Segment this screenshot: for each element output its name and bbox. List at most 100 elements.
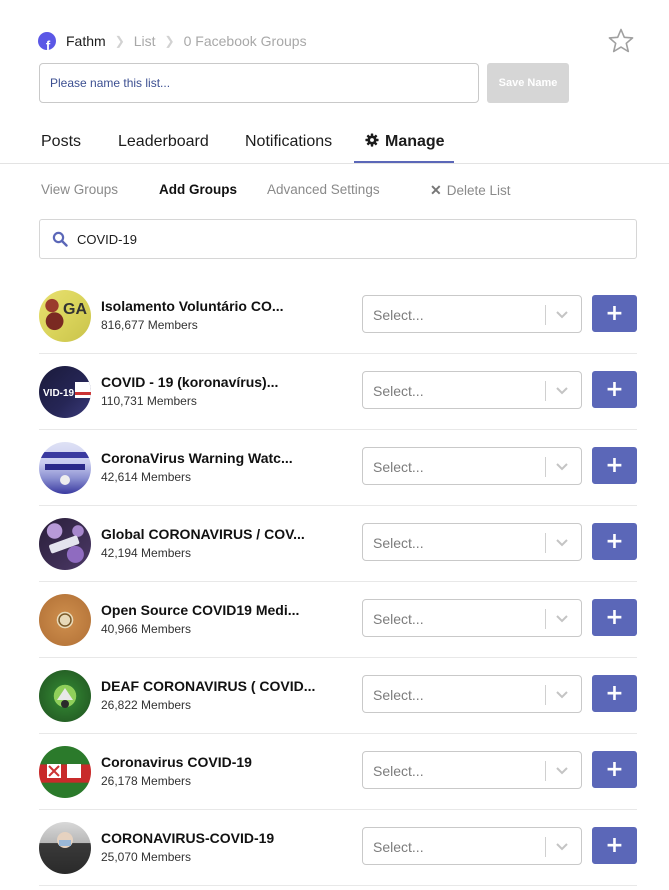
add-group-button[interactable]: +: [592, 295, 637, 332]
group-row: CoronaVirus Warning Watc... 42,614 Membe…: [39, 430, 637, 506]
svg-text:GA: GA: [63, 301, 87, 318]
chevron-down-icon[interactable]: [554, 385, 570, 397]
select-placeholder: Select...: [373, 307, 424, 323]
star-icon[interactable]: [607, 27, 635, 55]
chevron-down-icon[interactable]: [554, 613, 570, 625]
add-group-button[interactable]: +: [592, 751, 637, 788]
chevron-down-icon[interactable]: [554, 461, 570, 473]
add-group-button[interactable]: +: [592, 599, 637, 636]
list-select[interactable]: Select...: [362, 827, 582, 865]
list-select[interactable]: Select...: [362, 295, 582, 333]
group-member-count: 26,822 Members: [101, 698, 192, 712]
group-avatar: [39, 670, 91, 722]
chevron-down-icon[interactable]: [554, 689, 570, 701]
close-icon: ✕: [430, 182, 442, 198]
add-group-button[interactable]: +: [592, 371, 637, 408]
manage-subtabs: View Groups Add Groups Advanced Settings…: [0, 182, 669, 200]
tab-label: Posts: [41, 133, 82, 150]
chevron-down-icon[interactable]: [554, 841, 570, 853]
list-select[interactable]: Select...: [362, 751, 582, 789]
tab-notifications[interactable]: Notifications: [245, 120, 332, 164]
group-member-count: 40,966 Members: [101, 622, 192, 636]
group-row: CORONAVIRUS-COVID-19 25,070 Members Sele…: [39, 810, 637, 886]
list-select[interactable]: Select...: [362, 447, 582, 485]
breadcrumb-groups: 0 Facebook Groups: [183, 33, 307, 49]
breadcrumb: f Fathm ❯ List ❯ 0 Facebook Groups: [38, 31, 307, 51]
list-select[interactable]: Select...: [362, 523, 582, 561]
select-divider: [545, 533, 546, 553]
chevron-down-icon[interactable]: [554, 537, 570, 549]
group-avatar: [39, 594, 91, 646]
chevron-right-icon: ❯: [164, 34, 175, 48]
chevron-right-icon: ❯: [114, 34, 125, 48]
add-group-button[interactable]: +: [592, 447, 637, 484]
search-input[interactable]: [77, 231, 617, 247]
select-divider: [545, 305, 546, 325]
group-name[interactable]: Isolamento Voluntário CO...: [101, 298, 284, 314]
group-row: Coronavirus COVID-19 26,178 Members Sele…: [39, 734, 637, 810]
add-group-button[interactable]: +: [592, 827, 637, 864]
tab-label: Notifications: [245, 133, 333, 150]
group-name[interactable]: Coronavirus COVID-19: [101, 754, 252, 770]
group-member-count: 110,731 Members: [101, 394, 197, 408]
group-avatar: [39, 822, 91, 874]
group-name[interactable]: Global CORONAVIRUS / COV...: [101, 526, 305, 542]
breadcrumb-brand[interactable]: Fathm: [66, 33, 106, 49]
select-placeholder: Select...: [373, 459, 424, 475]
tab-posts[interactable]: Posts: [41, 120, 81, 164]
tab-manage[interactable]: Manage: [354, 120, 454, 163]
delete-list-button[interactable]: ✕ Delete List: [430, 182, 511, 199]
select-placeholder: Select...: [373, 763, 424, 779]
group-avatar: GA: [39, 290, 91, 342]
svg-text:VID-19: VID-19: [43, 388, 75, 399]
select-divider: [545, 837, 546, 857]
group-member-count: 42,194 Members: [101, 546, 192, 560]
group-member-count: 26,178 Members: [101, 774, 192, 788]
group-avatar: [39, 442, 91, 494]
select-placeholder: Select...: [373, 535, 424, 551]
group-row: GA Isolamento Voluntário CO... 816,677 M…: [39, 278, 637, 354]
search-icon: [52, 231, 68, 247]
list-name-input[interactable]: [39, 63, 479, 103]
select-placeholder: Select...: [373, 687, 424, 703]
list-select[interactable]: Select...: [362, 371, 582, 409]
subtab-advanced-settings[interactable]: Advanced Settings: [267, 182, 380, 197]
select-placeholder: Select...: [373, 839, 424, 855]
search-box[interactable]: [39, 219, 637, 259]
tab-label: Manage: [385, 133, 445, 150]
chevron-down-icon[interactable]: [554, 309, 570, 321]
group-avatar: [39, 518, 91, 570]
select-divider: [545, 685, 546, 705]
select-divider: [545, 761, 546, 781]
group-member-count: 816,677 Members: [101, 318, 198, 332]
group-name[interactable]: COVID - 19 (koronavírus)...: [101, 374, 278, 390]
group-name[interactable]: Open Source COVID19 Medi...: [101, 602, 299, 618]
group-name[interactable]: CORONAVIRUS-COVID-19: [101, 830, 274, 846]
group-row: VID-19 COVID - 19 (koronavírus)... 110,7…: [39, 354, 637, 430]
facebook-icon: f: [38, 32, 56, 50]
save-name-button[interactable]: Save Name: [487, 63, 569, 103]
list-select[interactable]: Select...: [362, 675, 582, 713]
select-divider: [545, 381, 546, 401]
add-group-button[interactable]: +: [592, 675, 637, 712]
delete-list-label: Delete List: [446, 183, 511, 198]
select-divider: [545, 609, 546, 629]
chevron-down-icon[interactable]: [554, 765, 570, 777]
list-select[interactable]: Select...: [362, 599, 582, 637]
group-avatar: [39, 746, 91, 798]
breadcrumb-list[interactable]: List: [134, 33, 156, 49]
group-member-count: 25,070 Members: [101, 850, 192, 864]
subtab-view-groups[interactable]: View Groups: [41, 182, 118, 197]
select-placeholder: Select...: [373, 383, 424, 399]
group-name[interactable]: CoronaVirus Warning Watc...: [101, 450, 293, 466]
group-avatar: VID-19: [39, 366, 91, 418]
tab-leaderboard[interactable]: Leaderboard: [118, 120, 209, 164]
select-placeholder: Select...: [373, 611, 424, 627]
tab-label: Leaderboard: [118, 133, 209, 150]
select-divider: [545, 457, 546, 477]
subtab-add-groups[interactable]: Add Groups: [159, 182, 237, 197]
add-group-button[interactable]: +: [592, 523, 637, 560]
group-row: Global CORONAVIRUS / COV... 42,194 Membe…: [39, 506, 637, 582]
group-member-count: 42,614 Members: [101, 470, 192, 484]
group-name[interactable]: DEAF CORONAVIRUS ( COVID...: [101, 678, 315, 694]
